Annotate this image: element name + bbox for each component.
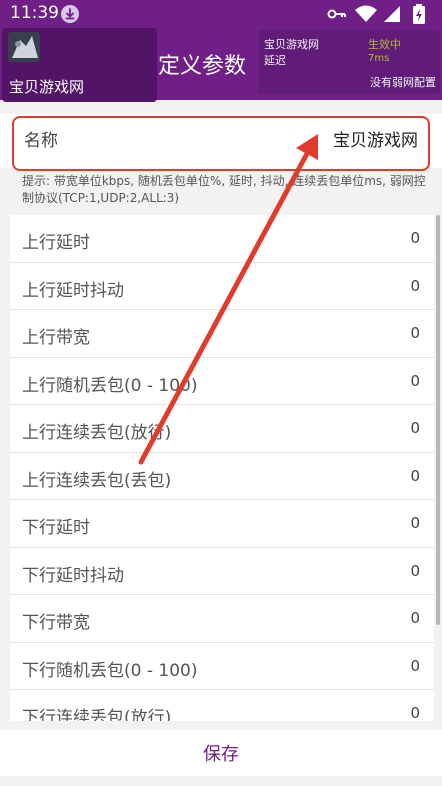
param-value: 0 [410,371,420,390]
list-item-downlink-bandwidth[interactable]: 下行带宽 0 [10,595,434,643]
wifi-icon [355,5,377,22]
param-label: 上行带宽 [22,328,90,348]
param-value: 0 [410,514,420,532]
save-bar: 保存 [0,730,442,776]
list-item-uplink-jitter[interactable]: 上行延时抖动 0 [10,263,434,310]
param-label: 上行延时抖动 [22,280,124,301]
list-item-downlink-burst-pass[interactable]: 下行连续丢包(放行) 0 [10,690,434,721]
param-value: 0 [410,419,420,437]
param-value: 0 [410,656,420,675]
overlay-no-config: 没有弱网配置 [370,76,436,89]
param-label: 下行连续丢包(放行) [22,708,172,721]
param-value: 0 [410,704,420,721]
param-label: 下行随机丢包(0 - 100) [22,660,198,681]
overlay-status: 生效中 [368,38,401,51]
overlay-network-name: 宝贝游戏网 [264,38,319,51]
param-label: 下行延时抖动 [22,565,124,586]
param-label: 下行带宽 [22,613,90,633]
param-label: 上行随机丢包(0 - 100) [22,375,198,396]
list-item-uplink-bandwidth[interactable]: 上行带宽 0 [10,310,434,358]
list-item-downlink-jitter[interactable]: 下行延时抖动 0 [10,548,434,595]
param-label: 下行延时 [22,518,90,538]
download-icon [61,5,79,23]
annotation-highlight-box [12,116,430,171]
param-value: 0 [410,229,420,247]
game-thumbnail [8,32,40,62]
param-label: 上行连续丢包(丢包) [22,470,172,491]
list-item-downlink-random-loss[interactable]: 下行随机丢包(0 - 100) 0 [10,643,434,690]
status-icons [326,4,436,24]
battery-icon [413,4,425,24]
signal-icon [384,6,400,22]
overlay-delay-value: 7ms [368,53,390,64]
param-value: 0 [410,609,420,627]
param-value: 0 [410,466,420,485]
hint-text: 提示: 带宽单位kbps, 随机丢包单位%, 延时, 抖动, 连续丢包单位ms,… [22,174,426,205]
overlay-delay-label: 延迟 [264,54,286,67]
param-label: 上行延时 [22,233,90,253]
param-value: 0 [410,324,420,342]
param-value: 0 [410,561,420,580]
save-button[interactable]: 保存 [0,730,442,776]
list-item-uplink-delay[interactable]: 上行延时 0 [10,215,434,263]
parameter-list[interactable]: 上行延时 0 上行延时抖动 0 上行带宽 0 上行随机丢包(0 - 100) 0… [10,215,434,721]
status-time: 11:39 [10,3,59,23]
status-bar: 11:39 [0,0,442,28]
param-value: 0 [410,276,420,295]
overlay-label: 宝贝游戏网 [9,78,85,96]
key-icon [327,9,346,19]
list-item-uplink-random-loss[interactable]: 上行随机丢包(0 - 100) 0 [10,358,434,405]
param-label: 上行连续丢包(放行) [22,423,172,443]
list-item-downlink-delay[interactable]: 下行延时 0 [10,500,434,548]
list-item-uplink-burst-drop[interactable]: 上行连续丢包(丢包) 0 [10,453,434,500]
network-status-overlay[interactable]: 宝贝游戏网 生效中 延迟 7ms 没有弱网配置 [258,30,440,94]
scrollbar[interactable] [436,215,440,625]
list-item-uplink-burst-pass[interactable]: 上行连续丢包(放行) 0 [10,405,434,453]
floating-overlay-widget[interactable]: 宝贝游戏网 [2,28,157,102]
